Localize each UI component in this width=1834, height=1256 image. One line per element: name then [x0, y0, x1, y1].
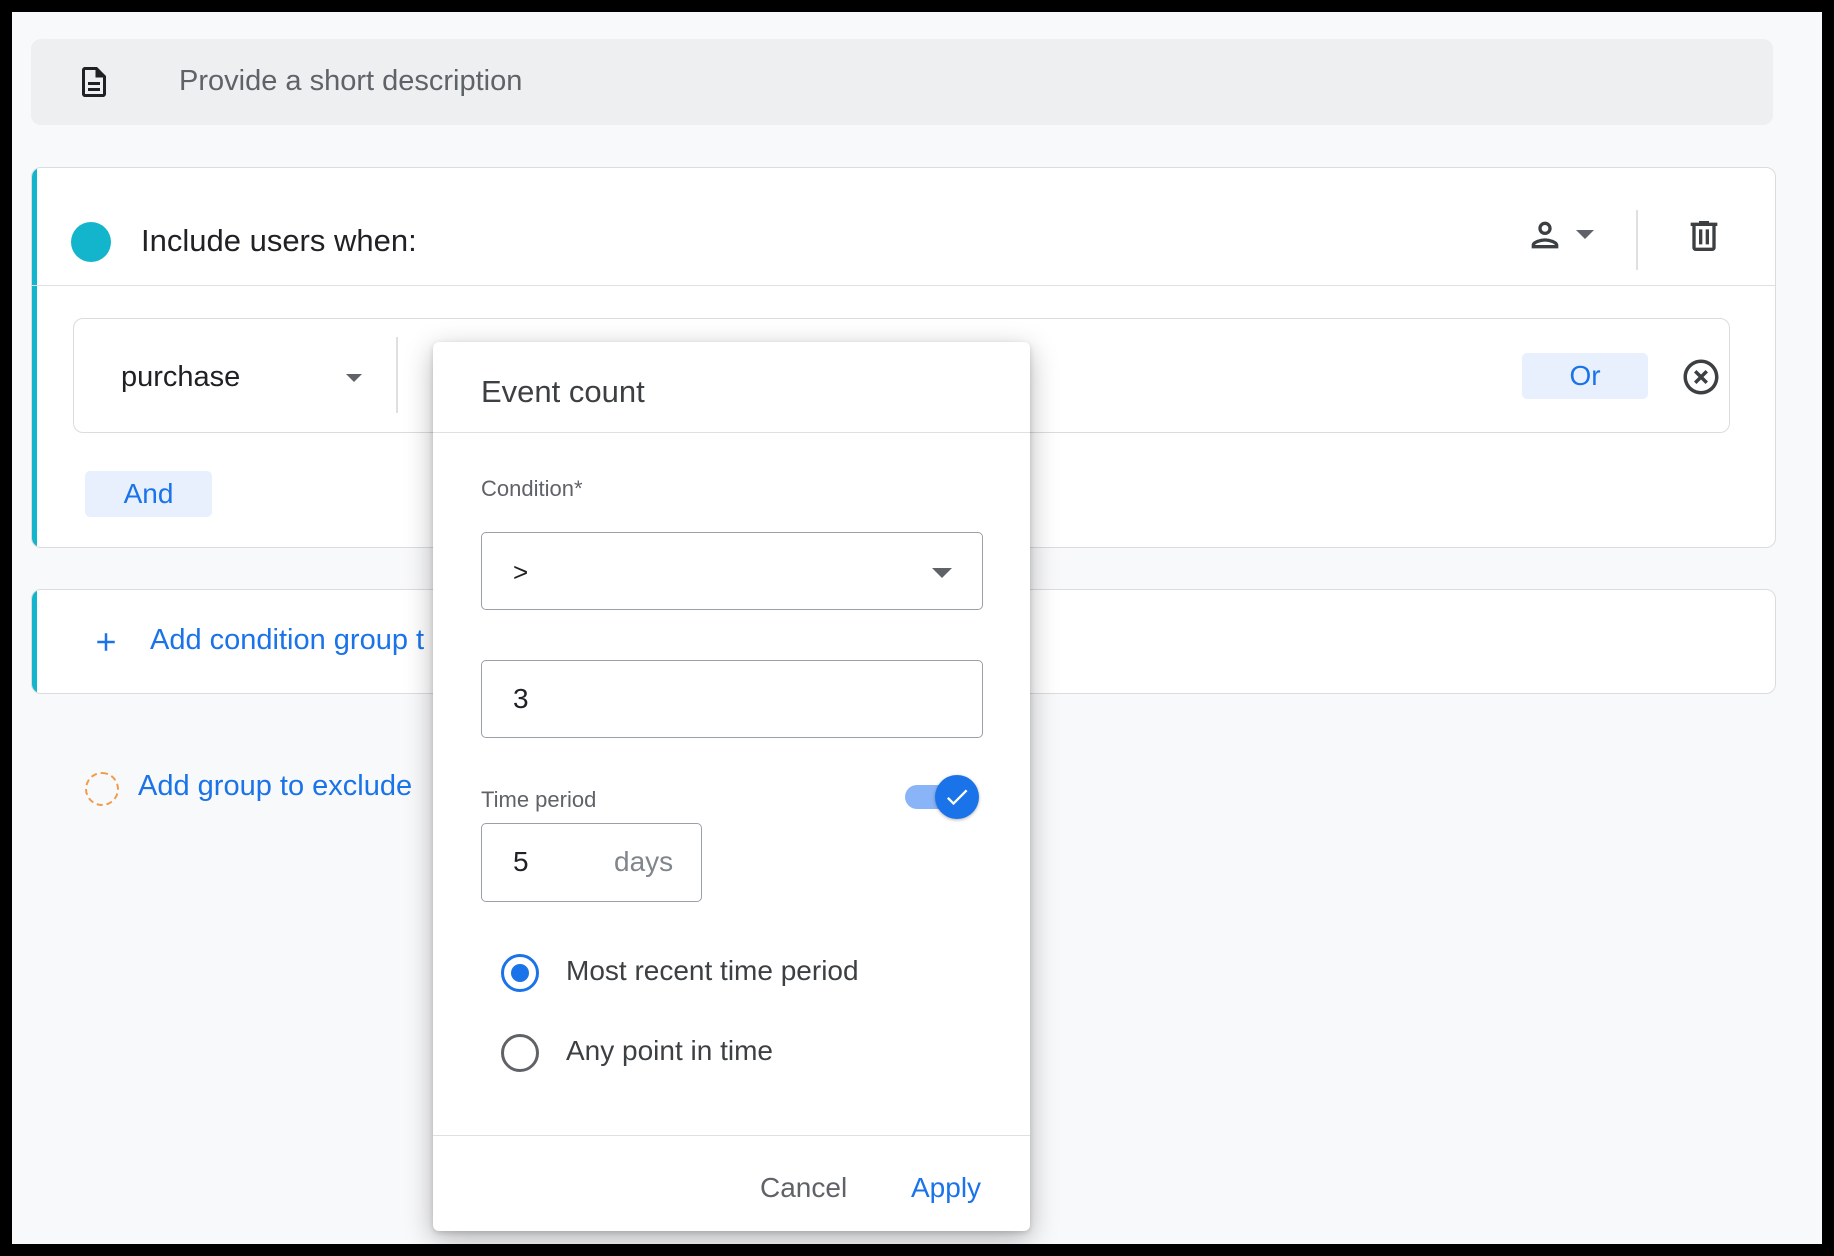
event-dropdown-caret-icon[interactable] [346, 374, 362, 382]
count-input[interactable]: 3 [481, 660, 983, 738]
time-period-label: Time period [481, 787, 597, 812]
chevron-down-icon [932, 568, 952, 578]
event-name[interactable]: purchase [121, 361, 240, 394]
radio-label-most-recent[interactable]: Most recent time period [566, 955, 859, 987]
person-icon[interactable] [1525, 215, 1565, 255]
or-button[interactable]: Or [1522, 353, 1648, 399]
radio-label-any-point[interactable]: Any point in time [566, 1035, 773, 1067]
check-icon [946, 789, 968, 806]
apply-button[interactable]: Apply [911, 1172, 981, 1204]
add-exclude-group-link[interactable]: Add group to exclude [138, 770, 412, 803]
add-condition-group-label[interactable]: Add condition group t [150, 624, 424, 657]
toggle-knob [935, 775, 979, 819]
count-value: 3 [513, 683, 529, 714]
document-icon [82, 67, 106, 97]
condition-label: Condition* [481, 476, 583, 501]
and-button[interactable]: And [85, 471, 212, 517]
popup-divider-top [433, 432, 1030, 433]
plus-icon [97, 633, 115, 651]
cancel-button[interactable]: Cancel [760, 1172, 847, 1204]
popup-divider-bottom [433, 1135, 1030, 1136]
include-group-header: Include users when: [32, 168, 1775, 286]
days-input[interactable]: 5 days [481, 823, 702, 902]
row-divider [396, 337, 398, 413]
condition-value: > [513, 557, 529, 587]
close-circle-icon[interactable] [1680, 356, 1722, 398]
trash-icon[interactable] [1684, 216, 1724, 256]
event-count-popup: Event count Condition* > 3 Time period 5… [433, 342, 1030, 1231]
days-suffix: days [614, 846, 674, 877]
include-group-title: Include users when: [141, 223, 417, 258]
radio-any-point[interactable] [501, 1034, 539, 1072]
header-divider [1636, 210, 1638, 270]
dashed-circle-icon [85, 772, 119, 806]
group-color-dot [71, 222, 111, 262]
popup-title: Event count [481, 374, 645, 409]
radio-most-recent[interactable] [501, 954, 539, 992]
days-value: 5 [513, 846, 529, 877]
description-placeholder: Provide a short description [179, 65, 523, 97]
segment-builder: Provide a short description Include user… [12, 12, 1822, 1244]
time-period-toggle[interactable] [905, 775, 979, 819]
scope-dropdown-caret-icon[interactable] [1576, 230, 1594, 239]
description-field[interactable]: Provide a short description [31, 39, 1773, 125]
condition-select[interactable]: > [481, 532, 983, 610]
